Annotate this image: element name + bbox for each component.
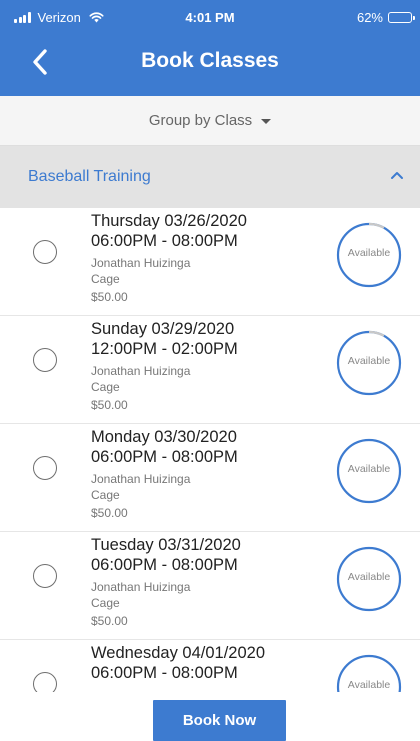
class-price: $50.00 [91,614,128,628]
group-by-selector[interactable]: Group by Class [0,96,420,146]
section-title: Baseball Training [28,168,151,185]
class-instructor: Jonathan Huizinga [91,256,191,270]
availability-ring: Available [336,330,402,396]
class-time: 06:00PM - 08:00PM [91,232,238,250]
battery-percent: 62% [356,10,383,25]
class-price: $50.00 [91,506,128,520]
availability-status: Available [347,463,391,475]
availability-status: Available [347,247,391,259]
book-now-button[interactable]: Book Now [153,700,286,741]
class-price: $50.00 [91,398,128,412]
app-header: Verizon 4:01 PM 62% Book Classes [0,0,420,96]
select-radio[interactable] [33,456,57,480]
class-location: Cage [91,488,120,502]
class-date: Sunday 03/29/2020 [91,320,235,338]
page-title: Book Classes [141,49,279,72]
class-time: 06:00PM - 08:00PM [91,664,238,682]
class-location: Cage [91,380,120,394]
availability-ring: Available [336,546,402,612]
class-row[interactable]: Tuesday 03/31/2020 06:00PM - 08:00PM Jon… [0,532,420,640]
class-time: 12:00PM - 02:00PM [91,340,238,358]
class-instructor: Jonathan Huizinga [91,472,191,486]
group-by-label: Group by Class [148,112,253,129]
class-location: Cage [91,272,120,286]
select-radio[interactable] [33,564,57,588]
battery-icon [388,12,415,23]
class-date: Thursday 03/26/2020 [91,212,247,230]
caret-down-icon [261,119,272,124]
class-time: 06:00PM - 08:00PM [91,448,238,466]
status-bar: Verizon 4:01 PM 62% [0,0,420,36]
class-row[interactable]: Sunday 03/29/2020 12:00PM - 02:00PM Jona… [0,316,420,424]
class-date: Tuesday 03/31/2020 [91,536,241,554]
class-date: Monday 03/30/2020 [91,428,237,446]
availability-ring: Available [336,654,402,692]
select-radio[interactable] [33,672,57,692]
class-row[interactable]: Monday 03/30/2020 06:00PM - 08:00PM Jona… [0,424,420,532]
select-radio[interactable] [33,240,57,264]
availability-status: Available [347,679,391,691]
class-instructor: Jonathan Huizinga [91,364,191,378]
footer-bar: Book Now [0,692,420,741]
section-header-baseball-training[interactable]: Baseball Training [0,146,420,208]
class-price: $50.00 [91,290,128,304]
select-radio[interactable] [33,348,57,372]
class-list[interactable]: Thursday 03/26/2020 06:00PM - 08:00PM Jo… [0,208,420,692]
class-location: Cage [91,596,120,610]
availability-ring: Available [336,222,402,288]
class-instructor: Jonathan Huizinga [91,580,191,594]
class-time: 06:00PM - 08:00PM [91,556,238,574]
availability-status: Available [347,571,391,583]
availability-status: Available [347,355,391,367]
class-row[interactable]: Wednesday 04/01/2020 06:00PM - 08:00PM A… [0,640,420,692]
class-row[interactable]: Thursday 03/26/2020 06:00PM - 08:00PM Jo… [0,208,420,316]
battery-info: 62% [356,10,415,25]
availability-ring: Available [336,438,402,504]
class-date: Wednesday 04/01/2020 [91,644,265,662]
chevron-up-icon [391,172,403,179]
